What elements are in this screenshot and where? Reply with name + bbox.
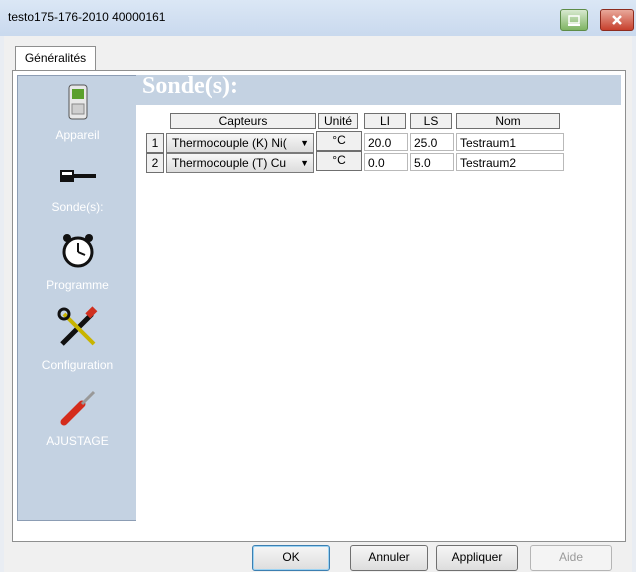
window-title: testo175-176-2010 40000161: [8, 10, 166, 24]
column-header-nom[interactable]: Nom: [456, 113, 560, 129]
sidebar-item-sondes[interactable]: Sonde(s):: [18, 156, 137, 220]
sidebar-item-label: AJUSTAGE: [46, 434, 109, 448]
chevron-down-icon: ▼: [300, 158, 309, 168]
sidebar: Appareil Sonde(s): Programme Configurati…: [17, 75, 138, 521]
li-field[interactable]: 20.0: [364, 133, 408, 151]
sidebar-item-programme[interactable]: Programme: [18, 226, 137, 300]
column-header-li[interactable]: LI: [364, 113, 406, 129]
tools-icon: [57, 306, 98, 346]
apply-button[interactable]: Appliquer: [436, 545, 518, 571]
ok-button[interactable]: OK: [252, 545, 330, 571]
sidebar-item-label: Programme: [46, 278, 109, 292]
sidebar-item-configuration[interactable]: Configuration: [18, 304, 137, 378]
title-bar[interactable]: testo175-176-2010 40000161: [0, 0, 636, 36]
row-number: 1: [146, 133, 164, 153]
dialog-window: testo175-176-2010 40000161 Généralités A…: [0, 0, 636, 572]
main-content: Sonde(s): Capteurs Unité LI LS Nom 1 The…: [136, 73, 623, 537]
name-field[interactable]: Testraum2: [456, 153, 564, 171]
ls-field[interactable]: 25.0: [410, 133, 454, 151]
section-header: Sonde(s):: [136, 73, 621, 105]
tab-panel: Appareil Sonde(s): Programme Configurati…: [12, 70, 626, 542]
sidebar-item-ajustage[interactable]: AJUSTAGE: [18, 388, 137, 462]
ls-field[interactable]: 5.0: [410, 153, 454, 171]
sensor-select[interactable]: Thermocouple (K) Ni( ▼: [166, 133, 314, 153]
sensor-select-value: Thermocouple (T) Cu: [172, 156, 287, 170]
sidebar-item-appareil[interactable]: Appareil: [18, 82, 137, 146]
sidebar-item-label: Sonde(s):: [51, 200, 104, 214]
client-area: Généralités Appareil Sonde(s): Programme…: [4, 36, 632, 572]
column-header-unite[interactable]: Unité: [318, 113, 358, 129]
tab-generalites[interactable]: Généralités: [15, 46, 96, 71]
minimize-icon: [568, 15, 580, 26]
unit-button[interactable]: °C: [316, 151, 362, 171]
column-header-ls[interactable]: LS: [410, 113, 452, 129]
unit-button[interactable]: °C: [316, 131, 362, 151]
screwdriver-icon: [60, 390, 96, 426]
cancel-button[interactable]: Annuler: [350, 545, 428, 571]
row-number: 2: [146, 153, 164, 173]
clock-icon: [62, 234, 94, 268]
li-field[interactable]: 0.0: [364, 153, 408, 171]
probe-icon: [60, 170, 96, 182]
sidebar-item-label: Appareil: [55, 128, 100, 142]
close-button[interactable]: [600, 9, 634, 31]
section-title: Sonde(s):: [142, 73, 239, 99]
sensor-select[interactable]: Thermocouple (T) Cu ▼: [166, 153, 314, 173]
sensor-select-value: Thermocouple (K) Ni(: [172, 136, 287, 150]
sidebar-item-label: Configuration: [41, 358, 114, 372]
chevron-down-icon: ▼: [300, 138, 309, 148]
help-button[interactable]: Aide: [530, 545, 612, 571]
name-field[interactable]: Testraum1: [456, 133, 564, 151]
device-icon: [68, 84, 88, 120]
column-header-capteurs[interactable]: Capteurs: [170, 113, 316, 129]
close-icon: [612, 15, 622, 25]
minimize-button[interactable]: [560, 9, 588, 31]
